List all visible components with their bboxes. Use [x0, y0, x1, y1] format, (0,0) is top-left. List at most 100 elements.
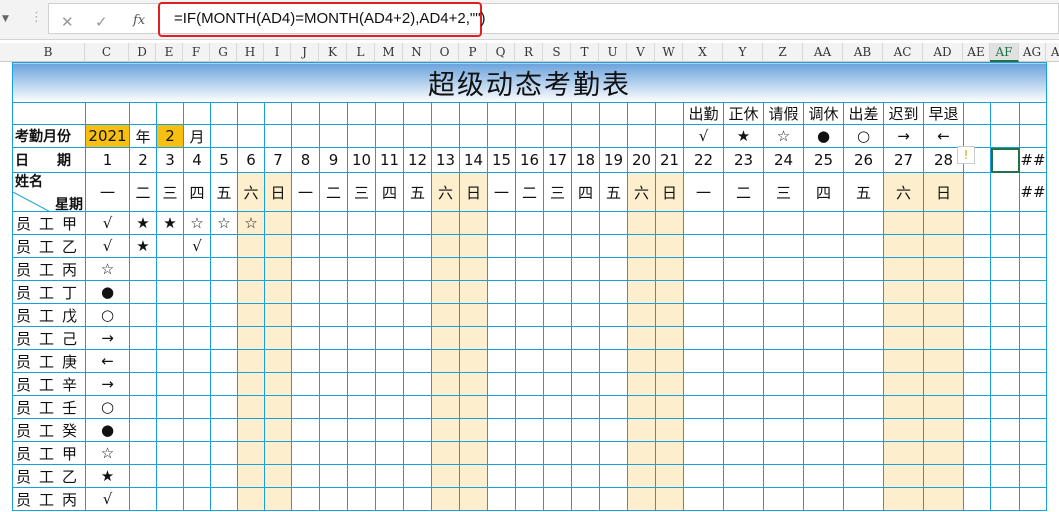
attendance-cell[interactable] — [375, 487, 404, 511]
attendance-cell[interactable] — [210, 441, 238, 465]
attendance-cell[interactable] — [237, 418, 265, 442]
attendance-cell[interactable] — [183, 326, 211, 350]
attendance-cell[interactable] — [599, 303, 628, 327]
attendance-cell[interactable] — [291, 257, 320, 281]
attendance-cell[interactable] — [763, 418, 804, 442]
weekday[interactable]: 三 — [347, 172, 376, 212]
attendance-cell[interactable] — [487, 441, 516, 465]
attendance-cell[interactable] — [627, 372, 656, 396]
cell[interactable] — [515, 102, 544, 125]
attendance-cell[interactable] — [237, 349, 265, 373]
cell[interactable] — [990, 257, 1020, 281]
attendance-cell[interactable] — [210, 464, 238, 488]
employee-name[interactable]: 员工丁 — [12, 280, 86, 304]
employee-name[interactable]: 员工壬 — [12, 395, 86, 419]
cell[interactable] — [156, 102, 184, 125]
attendance-cell[interactable] — [403, 395, 432, 419]
attendance-cell[interactable] — [291, 395, 320, 419]
cell[interactable] — [347, 124, 376, 148]
attendance-cell[interactable] — [487, 349, 516, 373]
attendance-cell[interactable] — [571, 257, 600, 281]
attendance-cell[interactable] — [129, 326, 157, 350]
cancel-icon[interactable]: ✕ — [61, 13, 74, 31]
attendance-cell[interactable] — [883, 441, 924, 465]
column-header-AB[interactable]: AB — [843, 43, 883, 62]
cell[interactable] — [571, 124, 600, 148]
attendance-cell[interactable] — [291, 211, 320, 235]
attendance-cell[interactable] — [543, 464, 572, 488]
month-label[interactable]: 考勤月份 — [12, 124, 86, 148]
cell[interactable] — [1019, 102, 1047, 125]
cell[interactable] — [990, 303, 1020, 327]
attendance-cell[interactable] — [599, 487, 628, 511]
attendance-cell[interactable] — [683, 441, 724, 465]
cell[interactable] — [963, 102, 991, 125]
column-header-AG[interactable]: AG — [1019, 43, 1046, 62]
attendance-cell[interactable] — [319, 418, 348, 442]
attendance-cell[interactable] — [599, 441, 628, 465]
attendance-cell[interactable]: √ — [85, 487, 130, 511]
cell[interactable] — [129, 102, 157, 125]
weekday[interactable]: 四 — [803, 172, 844, 212]
attendance-cell[interactable] — [347, 211, 376, 235]
cell[interactable] — [403, 124, 432, 148]
attendance-cell[interactable] — [403, 326, 432, 350]
column-header-AF[interactable]: AF — [990, 43, 1019, 62]
attendance-cell[interactable] — [543, 326, 572, 350]
cell[interactable] — [990, 280, 1020, 304]
attendance-cell[interactable] — [459, 395, 488, 419]
attendance-cell[interactable] — [431, 303, 460, 327]
warning-icon[interactable]: ! — [957, 146, 975, 164]
attendance-cell[interactable]: ★ — [129, 234, 157, 258]
attendance-cell[interactable] — [655, 395, 684, 419]
attendance-cell[interactable] — [655, 303, 684, 327]
weekday[interactable]: 日 — [655, 172, 684, 212]
weekday[interactable]: 五 — [403, 172, 432, 212]
attendance-cell[interactable] — [803, 234, 844, 258]
attendance-cell[interactable]: ☆ — [237, 211, 265, 235]
attendance-cell[interactable]: ☆ — [210, 211, 238, 235]
attendance-cell[interactable]: ☆ — [85, 257, 130, 281]
attendance-cell[interactable] — [237, 280, 265, 304]
weekday[interactable]: 二 — [515, 172, 544, 212]
column-header-V[interactable]: V — [627, 43, 655, 62]
attendance-cell[interactable] — [210, 280, 238, 304]
attendance-cell[interactable] — [291, 234, 320, 258]
employee-name[interactable]: 员工甲 — [12, 441, 86, 465]
attendance-cell[interactable] — [319, 234, 348, 258]
attendance-cell[interactable] — [515, 418, 544, 442]
column-header-AA[interactable]: AA — [803, 43, 843, 62]
attendance-cell[interactable] — [264, 257, 292, 281]
attendance-cell[interactable] — [923, 211, 964, 235]
cell[interactable] — [963, 280, 991, 304]
legend-symbol[interactable]: ← — [923, 124, 964, 148]
day-number[interactable]: 2 — [129, 147, 157, 173]
attendance-cell[interactable] — [923, 326, 964, 350]
cell[interactable] — [183, 102, 211, 125]
attendance-cell[interactable] — [763, 303, 804, 327]
attendance-cell[interactable] — [210, 326, 238, 350]
attendance-cell[interactable] — [543, 487, 572, 511]
attendance-cell[interactable] — [571, 303, 600, 327]
cell[interactable] — [990, 395, 1020, 419]
day-number[interactable]: 27 — [883, 147, 924, 173]
weekday[interactable]: 五 — [210, 172, 238, 212]
cell[interactable] — [963, 464, 991, 488]
cell[interactable] — [1019, 303, 1047, 327]
attendance-cell[interactable] — [543, 441, 572, 465]
attendance-cell[interactable] — [264, 349, 292, 373]
column-header-H[interactable]: H — [237, 43, 264, 62]
cell[interactable] — [655, 102, 684, 125]
attendance-cell[interactable] — [210, 487, 238, 511]
attendance-cell[interactable] — [459, 303, 488, 327]
attendance-cell[interactable] — [375, 372, 404, 396]
attendance-cell[interactable] — [431, 441, 460, 465]
attendance-cell[interactable] — [843, 395, 884, 419]
weekday[interactable]: 日 — [459, 172, 488, 212]
cell[interactable] — [599, 124, 628, 148]
weekday[interactable]: 一 — [487, 172, 516, 212]
attendance-cell[interactable] — [264, 464, 292, 488]
employee-name[interactable]: 员工丙 — [12, 257, 86, 281]
attendance-cell[interactable] — [487, 372, 516, 396]
attendance-cell[interactable] — [883, 326, 924, 350]
